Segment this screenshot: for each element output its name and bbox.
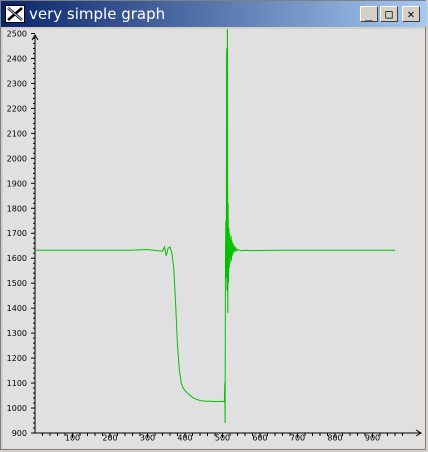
y-tick-label: 1300: [7, 329, 27, 338]
y-tick-label: 2500: [7, 29, 27, 38]
x-tick-label: 400: [177, 434, 192, 443]
y-tick-label: 900: [12, 429, 27, 438]
x-tick-label: 800: [327, 434, 342, 443]
y-tick-label: 2300: [7, 79, 27, 88]
x-app-icon-glyph: [7, 7, 23, 21]
y-tick-label: 1400: [7, 304, 27, 313]
plot-area: 100 200 300 400 500 600 700 800 900 900 1000 1100 12…: [3, 29, 425, 449]
x-app-icon[interactable]: [5, 5, 25, 23]
y-tick-label: 1100: [7, 379, 27, 388]
y-tick-label: 1900: [7, 179, 27, 188]
app-window: very simple graph _ □ ✕ 100 200 300 400 500 6…: [0, 0, 427, 450]
maximize-button[interactable]: □: [380, 6, 398, 22]
y-tick-label: 1700: [7, 229, 27, 238]
y-tick-label: 2000: [7, 154, 27, 163]
x-tick-label: 300: [140, 434, 155, 443]
y-tick-label: 1200: [7, 354, 27, 363]
window-title: very simple graph: [29, 5, 166, 23]
x-tick-label: 100: [65, 434, 80, 443]
y-tick-label: 1000: [7, 404, 27, 413]
x-tick-label: 500: [215, 434, 230, 443]
y-tick-label: 1600: [7, 254, 27, 263]
y-tick-label: 1800: [7, 204, 27, 213]
x-tick-label: 600: [252, 434, 267, 443]
x-tick-label: 900: [365, 434, 380, 443]
x-tick-label: 700: [290, 434, 305, 443]
line-chart: 100 200 300 400 500 600 700 800 900 900 1000 1100 12…: [7, 29, 422, 443]
x-tick-label: 200: [102, 434, 117, 443]
y-tick-label: 2400: [7, 54, 27, 63]
title-bar[interactable]: very simple graph _ □ ✕: [1, 1, 427, 27]
series-line-0: [35, 29, 395, 424]
y-tick-label: 2100: [7, 129, 27, 138]
close-button[interactable]: ✕: [402, 6, 420, 22]
y-tick-label: 2200: [7, 104, 27, 113]
minimize-button[interactable]: _: [360, 6, 378, 22]
y-tick-label: 1500: [7, 279, 27, 288]
